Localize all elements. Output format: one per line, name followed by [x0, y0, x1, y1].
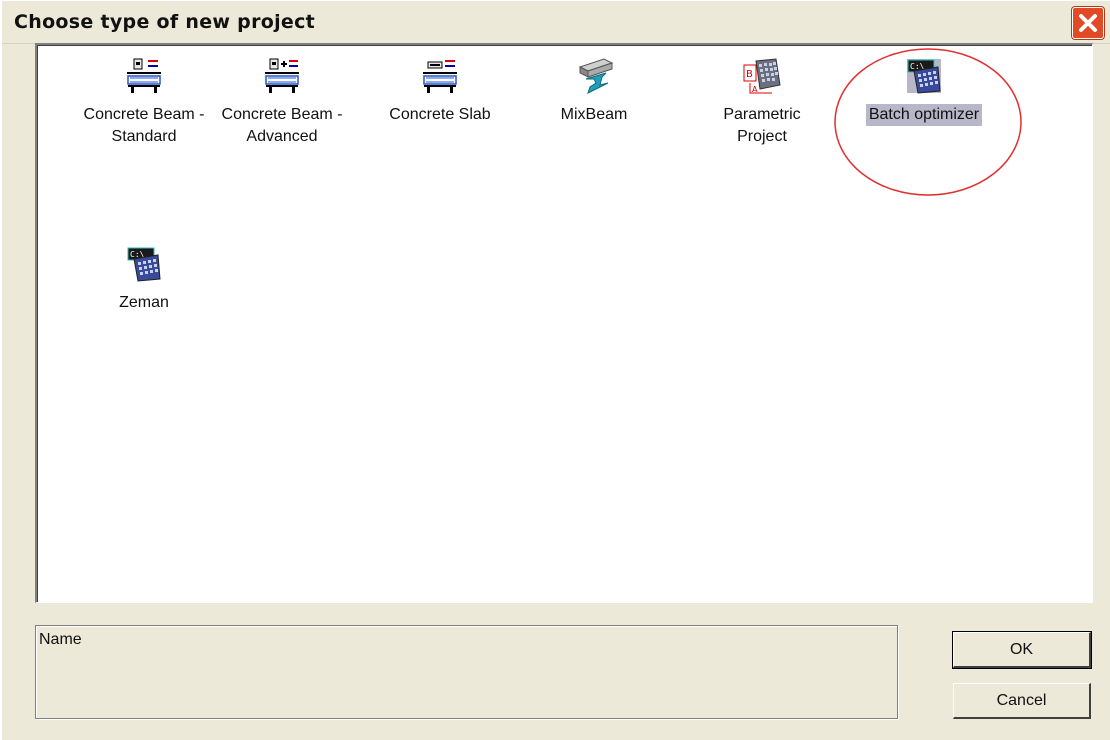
project-type-zeman[interactable]: C:\ Zeman — [59, 245, 229, 314]
item-label: Parametric Project — [723, 106, 801, 145]
cancel-button[interactable]: Cancel — [953, 683, 1091, 719]
new-project-dialog: Choose type of new project Concrete Beam… — [0, 0, 1110, 740]
project-type-parametric-project[interactable]: B A Parametric Project — [677, 57, 847, 148]
item-label: Batch optimizer — [865, 104, 983, 126]
svg-text:A: A — [752, 85, 758, 94]
parametric-project-icon: B A — [742, 57, 782, 97]
project-type-mixbeam[interactable]: MixBeam — [509, 57, 679, 126]
svg-text:B: B — [746, 69, 753, 80]
project-type-list[interactable]: Concrete Beam - Standard Concrete Beam -… — [35, 43, 1093, 603]
item-label: Concrete Beam - Standard — [83, 106, 205, 145]
project-type-concrete-beam-advanced[interactable]: Concrete Beam - Advanced — [197, 57, 367, 148]
item-label: Concrete Beam - Advanced — [221, 106, 343, 145]
batch-optimizer-icon: C:\ — [904, 57, 944, 97]
item-label: Concrete Slab — [389, 106, 491, 123]
name-description-panel: Name — [35, 625, 898, 719]
title-bar[interactable]: Choose type of new project — [2, 1, 1110, 44]
close-button[interactable] — [1072, 7, 1104, 39]
dialog-title: Choose type of new project — [14, 11, 316, 33]
zeman-icon: C:\ — [124, 245, 164, 285]
close-icon — [1079, 14, 1097, 32]
item-label: Zeman — [119, 294, 169, 311]
project-type-concrete-slab[interactable]: Concrete Slab — [355, 57, 525, 126]
concrete-beam-advanced-icon — [262, 57, 302, 97]
project-type-batch-optimizer[interactable]: C:\ Batch optimizer — [839, 57, 1009, 126]
ok-button[interactable]: OK — [952, 631, 1092, 669]
item-label: MixBeam — [560, 106, 628, 123]
mixbeam-icon — [574, 57, 614, 97]
name-label: Name — [39, 631, 82, 648]
concrete-beam-standard-icon — [124, 57, 164, 97]
concrete-slab-icon — [420, 57, 460, 97]
